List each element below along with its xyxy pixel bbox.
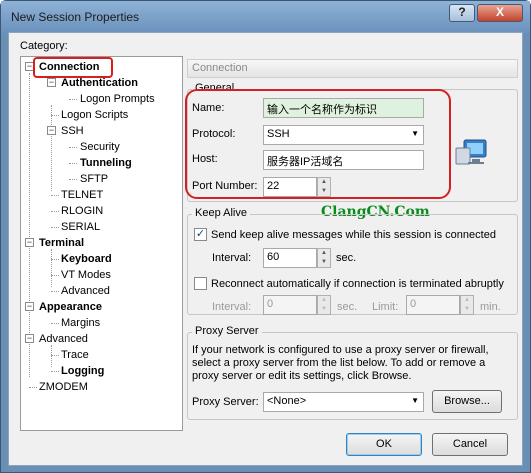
tree-item-appearance[interactable]: Appearance xyxy=(39,301,102,314)
tree-toggle-advanced[interactable]: − xyxy=(25,334,34,343)
reconnect-sec-label: sec. xyxy=(337,301,358,313)
spin-up-icon[interactable]: ▲ xyxy=(461,296,473,305)
proxy-group-title: Proxy Server xyxy=(192,325,262,337)
tree-item-keyboard[interactable]: Keyboard xyxy=(61,253,112,266)
tree-item-serial[interactable]: SERIAL xyxy=(61,221,100,234)
tree-item-security[interactable]: Security xyxy=(80,141,120,154)
spin-down-icon[interactable]: ▼ xyxy=(318,258,330,267)
interval-sec-label: sec. xyxy=(336,252,357,264)
interval-spinner[interactable]: ▲ ▼ xyxy=(317,248,331,268)
tree-item-rlogin[interactable]: RLOGIN xyxy=(61,205,103,218)
spin-up-icon[interactable]: ▲ xyxy=(318,296,330,305)
proxy-description-line-2: select a proxy server from the list belo… xyxy=(192,357,486,369)
tree-item-logon-prompts[interactable]: Logon Prompts xyxy=(80,93,155,106)
tree-item-advanced[interactable]: Advanced xyxy=(39,333,88,346)
proxy-server-value: <None> xyxy=(267,395,307,407)
cancel-button[interactable]: Cancel xyxy=(432,433,508,456)
reconnect-interval-spinner[interactable]: ▲ ▼ xyxy=(317,295,331,315)
category-tree[interactable]: − Connection − Authentication Logon Prom… xyxy=(20,56,183,431)
tree-item-ssh[interactable]: SSH xyxy=(61,125,84,138)
tree-item-telnet[interactable]: TELNET xyxy=(61,189,103,202)
tree-item-logging[interactable]: Logging xyxy=(61,365,104,378)
chevron-down-icon: ▼ xyxy=(411,396,419,405)
send-keepalive-checkbox[interactable]: ✓ xyxy=(194,228,207,241)
ok-button[interactable]: OK xyxy=(346,433,422,456)
proxy-server-label: Proxy Server: xyxy=(192,396,259,408)
tree-item-margins[interactable]: Margins xyxy=(61,317,100,330)
window-title: New Session Properties xyxy=(11,10,140,24)
help-button[interactable]: ? xyxy=(449,4,475,22)
dialog-window: New Session Properties ? X Category: − C… xyxy=(0,0,531,473)
tree-item-terminal-advanced[interactable]: Advanced xyxy=(61,285,110,298)
tree-item-zmodem[interactable]: ZMODEM xyxy=(39,381,88,394)
spin-up-icon[interactable]: ▲ xyxy=(318,249,330,258)
send-keepalive-label: Send keep alive messages while this sess… xyxy=(211,229,496,241)
tree-item-vt-modes[interactable]: VT Modes xyxy=(61,269,111,282)
limit-input[interactable]: 0 xyxy=(406,295,460,315)
tree-item-trace[interactable]: Trace xyxy=(61,349,89,362)
spin-down-icon[interactable]: ▼ xyxy=(461,305,473,314)
tree-item-sftp[interactable]: SFTP xyxy=(80,173,108,186)
close-button[interactable]: X xyxy=(477,4,523,22)
proxy-server-select[interactable]: <None> ▼ xyxy=(263,392,424,412)
interval-input[interactable]: 60 xyxy=(263,248,317,268)
limit-min-label: min. xyxy=(480,301,501,313)
tree-toggle-authentication[interactable]: − xyxy=(47,78,56,87)
tree-item-tunneling[interactable]: Tunneling xyxy=(80,157,132,170)
reconnect-interval-input[interactable]: 0 xyxy=(263,295,317,315)
reconnect-checkbox[interactable] xyxy=(194,277,207,290)
browse-button[interactable]: Browse... xyxy=(432,390,502,413)
tree-toggle-ssh[interactable]: − xyxy=(47,126,56,135)
tree-item-logon-scripts[interactable]: Logon Scripts xyxy=(61,109,128,122)
network-computer-icon xyxy=(455,139,487,165)
spin-down-icon[interactable]: ▼ xyxy=(318,305,330,314)
keepalive-group-title: Keep Alive xyxy=(192,207,250,219)
tree-item-terminal[interactable]: Terminal xyxy=(39,237,84,250)
proxy-description-line-1: If your network is configured to use a p… xyxy=(192,344,489,356)
title-bar: New Session Properties ? X xyxy=(1,1,530,33)
category-label: Category: xyxy=(20,40,68,52)
limit-spinner[interactable]: ▲ ▼ xyxy=(460,295,474,315)
dialog-client: Category: − Connection − Authentication … xyxy=(8,32,523,466)
interval-label: Interval: xyxy=(212,252,252,264)
reconnect-label: Reconnect automatically if connection is… xyxy=(211,278,504,290)
tree-item-authentication[interactable]: Authentication xyxy=(61,77,138,90)
annotation-highlight-connection xyxy=(33,57,113,78)
tree-toggle-terminal[interactable]: − xyxy=(25,238,34,247)
panel-header: Connection xyxy=(187,59,518,78)
annotation-highlight-general xyxy=(185,89,451,199)
reconnect-interval-label: Interval: xyxy=(212,301,252,313)
tree-toggle-appearance[interactable]: − xyxy=(25,302,34,311)
limit-label: Limit: xyxy=(372,301,399,313)
proxy-description-line-3: proxy server or edit its settings, click… xyxy=(192,370,412,382)
